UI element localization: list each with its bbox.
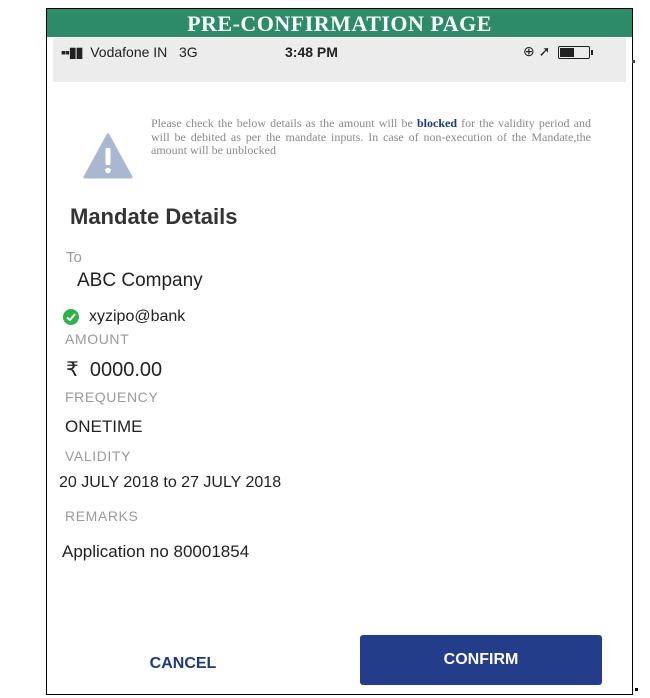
mandate-notice: Please check the below details as the am… xyxy=(151,116,592,157)
stray-mark xyxy=(635,688,638,691)
rotation-lock-icon: ⊕ xyxy=(523,43,535,59)
screenshot-frame: PRE-CONFIRMATION PAGE ▪▪▮▮ Vodafone IN 3… xyxy=(46,8,633,695)
phone-screen: ▪▪▮▮ Vodafone IN 3G 3:48 PM ⊕ ➚ Please c… xyxy=(53,38,626,690)
location-arrow-icon: ➚ xyxy=(538,43,551,59)
remarks-label: REMARKS xyxy=(65,508,139,524)
confirm-button[interactable]: CONFIRM xyxy=(360,635,602,685)
payee-name: ABC Company xyxy=(77,270,203,291)
frequency-value: ONETIME xyxy=(65,417,143,436)
page-banner: PRE-CONFIRMATION PAGE xyxy=(47,9,632,37)
amount-value: ₹ 0000.00 xyxy=(66,359,163,381)
stray-mark xyxy=(632,60,635,63)
to-label: To xyxy=(66,249,82,266)
notice-bold-word: blocked xyxy=(417,116,458,130)
network-type: 3G xyxy=(178,44,198,60)
remarks-value: Application no 80001854 xyxy=(62,542,250,561)
mandate-details-heading: Mandate Details xyxy=(70,204,238,229)
amount-label: AMOUNT xyxy=(65,331,130,347)
frequency-label: FREQUENCY xyxy=(65,389,159,405)
status-icons: ⊕ ➚ xyxy=(523,43,594,60)
status-bar: ▪▪▮▮ Vodafone IN 3G 3:48 PM ⊕ ➚ xyxy=(53,38,626,82)
signal-bars-icon: ▪▪▮▮ xyxy=(61,44,83,60)
validity-value: 20 JULY 2018 to 27 JULY 2018 xyxy=(59,474,282,491)
payee-vpa: xyzipo@bank xyxy=(89,308,186,325)
cancel-button[interactable]: CANCEL xyxy=(113,646,253,682)
battery-icon xyxy=(558,45,594,59)
carrier-name: Vodafone IN xyxy=(90,44,168,60)
validity-label: VALIDITY xyxy=(65,448,132,464)
carrier-info: ▪▪▮▮ Vodafone IN 3G xyxy=(61,44,198,61)
verified-check-icon xyxy=(63,309,79,325)
rupee-icon: ₹ xyxy=(66,359,79,381)
warning-icon xyxy=(83,133,133,179)
status-time: 3:48 PM xyxy=(285,44,338,60)
